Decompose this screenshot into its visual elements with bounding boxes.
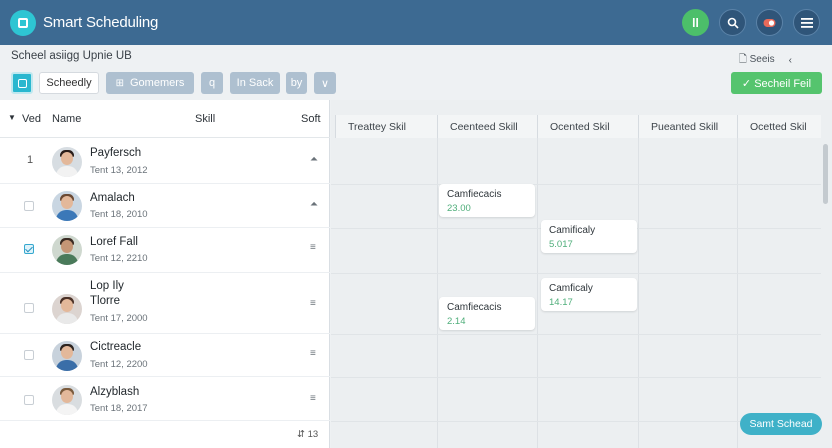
schedule-grid: Treattey Skil Ceenteed Skill Ocented Ski… (331, 100, 832, 448)
grid-column-header[interactable]: Ocetted Skil (737, 115, 821, 138)
back-button[interactable]: ‹ (789, 55, 792, 66)
row-checkbox[interactable] (24, 303, 34, 313)
square-icon (17, 78, 27, 88)
schedule-card[interactable]: Camfiecacis 2.14 (439, 297, 535, 330)
dropdown-button[interactable]: ∨ (314, 72, 336, 94)
notification-button[interactable]: ll (682, 9, 709, 36)
row-checkbox[interactable] (24, 350, 34, 360)
table-row[interactable]: 1 Payfersch Tent 13, 2012 ⏶ (0, 139, 330, 184)
people-panel: ▼ Ved Name Skill Soft 1 Payfersch Tent 1… (0, 100, 330, 448)
smart-schedule-button[interactable]: Samt Schead (740, 413, 822, 435)
avatar (52, 147, 82, 177)
column-header-name[interactable]: Name (52, 113, 81, 125)
row-count: ⇵ 13 (297, 429, 319, 440)
toolbar: Scheedly ⊞ Gomemers q In Sack by ∨ ✓ Sech… (0, 69, 832, 100)
schedule-card[interactable]: Camficaly 14.17 (541, 278, 637, 311)
table-row[interactable]: Loref Fall Tent 12, 2210 ≡ (0, 228, 330, 273)
person-date: Tent 18, 2010 (90, 209, 148, 220)
components-label: Gomemers (129, 77, 185, 89)
schedule-card[interactable]: Camfiecacis 23.00 (439, 184, 535, 217)
app-header: Smart Scheduling ll (0, 0, 832, 45)
row-checkbox[interactable] (24, 244, 34, 254)
card-title: Camfiecacis (447, 189, 502, 200)
priority-icon[interactable]: ⏶ (310, 199, 318, 210)
person-name: Lop Ily (90, 280, 124, 292)
app-title: Smart Scheduling (43, 14, 159, 31)
person-name: Amalach (90, 192, 135, 204)
view-toggle-button[interactable] (11, 72, 33, 94)
column-header-skill[interactable]: Skill (195, 113, 215, 125)
person-name-secondary: Tlorre (90, 295, 121, 307)
person-date: Tent 18, 2017 (90, 403, 148, 414)
avatar (52, 191, 82, 221)
menu-icon[interactable]: ≡ (310, 298, 316, 309)
page-subtitle: Scheel asiigg Upnie UB (11, 50, 132, 62)
search-button[interactable] (719, 9, 746, 36)
sub-header: Scheel asiigg Upnie UB 🗋 Seeis ‹ (0, 45, 832, 69)
menu-icon[interactable]: ≡ (310, 348, 316, 359)
card-number: 23.00 (447, 203, 471, 214)
schedule-button[interactable]: Scheedly (39, 72, 99, 94)
person-name: Alzyblash (90, 386, 140, 398)
table-header: ▼ Ved Name Skill Soft (0, 100, 330, 138)
toggle-icon (763, 18, 776, 27)
card-number: 5.017 (549, 239, 573, 250)
components-button[interactable]: ⊞ Gomemers (106, 72, 194, 94)
grid-row-divider (331, 334, 821, 335)
table-row[interactable]: Amalach Tent 18, 2010 ⏶ (0, 184, 330, 228)
person-name: Cictreacle (90, 341, 142, 353)
table-row[interactable]: Alzyblash Tent 18, 2017 ≡ (0, 377, 330, 421)
column-header-var[interactable]: Ved (22, 113, 41, 125)
search-icon (727, 17, 739, 29)
priority-icon[interactable]: ⏶ (310, 154, 318, 165)
grid-column-header[interactable]: Ocented Skil (537, 115, 638, 138)
card-number: 2.14 (447, 316, 466, 327)
person-date: Tent 17, 2000 (90, 313, 148, 324)
person-date: Tent 12, 2200 (90, 359, 148, 370)
grid-icon: ⊞ (115, 77, 124, 89)
person-date: Tent 13, 2012 (90, 165, 148, 176)
schedule-field-button[interactable]: ✓ Secheil Feil (731, 72, 822, 94)
hamburger-icon (800, 17, 813, 28)
person-date: Tent 12, 2210 (90, 253, 148, 264)
sort-caret-icon[interactable]: ▼ (8, 113, 16, 122)
grid-row-divider (331, 184, 821, 185)
grid-row-divider (331, 273, 821, 274)
by-button[interactable]: by (286, 72, 307, 94)
grid-column-header[interactable]: Ceenteed Skill (437, 115, 537, 138)
in-sack-button[interactable]: In Sack (230, 72, 280, 94)
grid-column-header[interactable]: Treattey Skil (335, 115, 437, 138)
card-number: 14.17 (549, 297, 573, 308)
document-icon: 🗋 (738, 54, 747, 65)
settings-button[interactable] (756, 9, 783, 36)
person-name: Payfersch (90, 147, 142, 159)
table-row[interactable]: Cictreacle Tent 12, 2200 ≡ (0, 334, 330, 377)
menu-button[interactable] (793, 9, 820, 36)
search-link-label: Seeis (749, 54, 775, 65)
avatar (52, 294, 82, 324)
card-title: Camificaly (549, 225, 596, 236)
avatar (52, 235, 82, 265)
grid-row-divider (331, 377, 821, 378)
row-checkbox[interactable] (24, 201, 34, 211)
avatar (52, 385, 82, 415)
menu-icon[interactable]: ≡ (310, 242, 316, 253)
vertical-scrollbar[interactable] (823, 144, 828, 204)
menu-icon[interactable]: ≡ (310, 393, 316, 404)
schedule-card[interactable]: Camificaly 5.017 (541, 220, 637, 253)
card-title: Camfiecacis (447, 302, 502, 313)
notification-label: ll (692, 15, 699, 30)
table-row[interactable]: Lop Ily Tlorre Tent 17, 2000 ≡ (0, 273, 330, 334)
q-button[interactable]: q (201, 72, 223, 94)
search-link[interactable]: 🗋 Seeis (739, 52, 775, 69)
card-title: Camficaly (549, 283, 593, 294)
row-checkbox[interactable] (24, 395, 34, 405)
row-number: 1 (27, 154, 34, 166)
column-header-sort[interactable]: Soft (301, 113, 321, 125)
person-name: Loref Fall (90, 236, 138, 248)
grid-column-header[interactable]: Pueanted Skill (638, 115, 737, 138)
avatar (52, 341, 82, 371)
app-logo (10, 9, 36, 36)
